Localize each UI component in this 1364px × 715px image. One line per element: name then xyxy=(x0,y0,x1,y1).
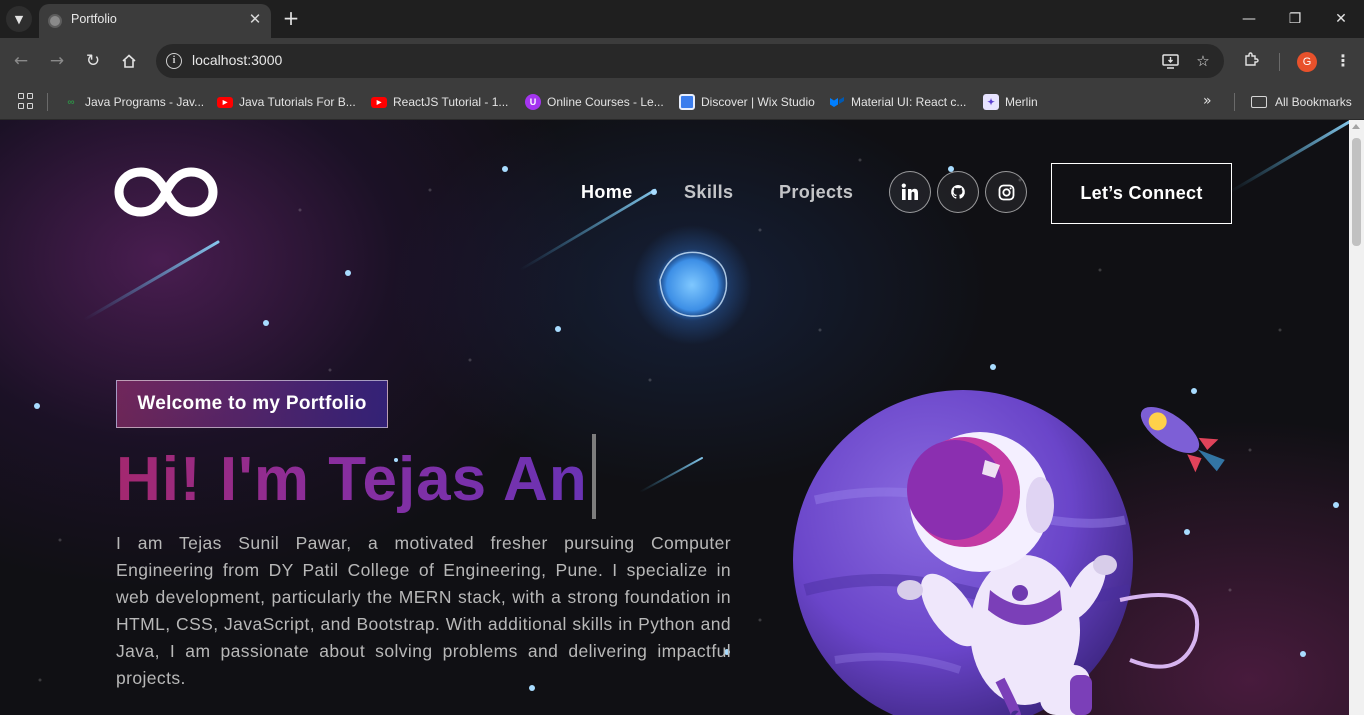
home-button[interactable] xyxy=(115,47,143,75)
apps-grid-icon[interactable] xyxy=(18,93,34,109)
welcome-tagline: Welcome to my Portfolio xyxy=(116,380,388,428)
nav-link-projects[interactable]: Projects xyxy=(779,182,853,208)
forward-button[interactable]: → xyxy=(43,47,71,75)
lets-connect-button[interactable]: Let’s Connect xyxy=(1051,163,1232,224)
linkedin-link[interactable] xyxy=(889,171,931,213)
nav-link-skills[interactable]: Skills xyxy=(684,182,733,208)
folder-icon xyxy=(1251,96,1267,108)
udemy-icon: U xyxy=(525,94,541,110)
back-button[interactable]: ← xyxy=(7,47,35,75)
rocket-illustration xyxy=(1140,406,1225,473)
bookmark-label: ReactJS Tutorial - 1... xyxy=(393,95,509,109)
github-icon xyxy=(951,185,965,199)
scrollbar-thumb[interactable] xyxy=(1352,138,1361,246)
bookmark-reactjs-tutorial[interactable]: ▶ ReactJS Tutorial - 1... xyxy=(371,92,508,112)
address-bar[interactable]: i localhost:3000 ☆ xyxy=(156,44,1224,78)
instagram-icon xyxy=(998,184,1014,200)
bookmark-online-courses[interactable]: U Online Courses - Le... xyxy=(525,92,664,112)
bookmark-star-icon[interactable]: ☆ xyxy=(1193,51,1213,71)
instagram-link[interactable] xyxy=(985,171,1027,213)
bookmarks-divider xyxy=(47,93,48,111)
url-text[interactable]: localhost:3000 xyxy=(192,52,282,68)
tab-title: Portfolio xyxy=(71,12,117,26)
install-app-icon[interactable] xyxy=(1160,51,1180,71)
bookmark-merlin[interactable]: ✦ Merlin xyxy=(983,92,1038,112)
bookmark-label: Java Programs - Jav... xyxy=(85,95,205,109)
more-bookmarks-icon[interactable]: » xyxy=(1203,93,1212,109)
bookmark-label: Material UI: React c... xyxy=(851,95,967,109)
bookmark-label: Online Courses - Le... xyxy=(547,95,664,109)
page-viewport: Home Skills Projects Let’s Connect Welco… xyxy=(0,120,1364,715)
typing-cursor xyxy=(592,434,596,519)
bookmarks-divider xyxy=(1234,93,1235,111)
all-bookmarks-label: All Bookmarks xyxy=(1275,95,1352,109)
restore-button[interactable]: ❐ xyxy=(1272,0,1318,38)
bookmark-label: Discover | Wix Studio xyxy=(701,95,815,109)
nav-link-home[interactable]: Home xyxy=(581,182,633,208)
all-bookmarks-button[interactable]: All Bookmarks xyxy=(1251,92,1352,112)
page-scrollbar[interactable] xyxy=(1349,120,1364,715)
home-icon xyxy=(122,54,136,68)
bookmark-wix-studio[interactable]: Discover | Wix Studio xyxy=(679,92,815,112)
bookmarks-bar: ∞ Java Programs - Jav... ▶ Java Tutorial… xyxy=(0,84,1364,120)
browser-tab-strip: ▼ Portfolio ✕ + — ❐ ✕ xyxy=(0,0,1364,38)
browser-tab[interactable]: Portfolio ✕ xyxy=(39,4,271,38)
orb xyxy=(656,249,728,321)
geeksforgeeks-icon: ∞ xyxy=(67,96,75,108)
minimize-button[interactable]: — xyxy=(1226,0,1272,38)
site-logo[interactable] xyxy=(114,164,218,220)
hero-description: I am Tejas Sunil Pawar, a motivated fres… xyxy=(116,533,731,688)
browser-menu-icon[interactable]: ⋮ xyxy=(1333,51,1353,71)
profile-avatar[interactable]: G xyxy=(1297,52,1317,72)
close-tab-icon[interactable]: ✕ xyxy=(246,10,264,28)
close-window-button[interactable]: ✕ xyxy=(1318,0,1364,38)
github-link[interactable] xyxy=(937,171,979,213)
globe-icon xyxy=(48,14,62,28)
bookmark-java-tutorials[interactable]: ▶ Java Tutorials For B... xyxy=(217,92,356,112)
tab-search-button[interactable]: ▼ xyxy=(6,6,32,32)
bookmark-material-ui[interactable]: Material UI: React c... xyxy=(829,92,966,112)
youtube-icon: ▶ xyxy=(371,96,387,108)
shooting-star xyxy=(82,240,220,322)
shooting-star xyxy=(1228,120,1349,194)
extensions-icon[interactable] xyxy=(1241,51,1261,71)
site-info-icon[interactable]: i xyxy=(166,53,182,69)
bookmark-label: Java Tutorials For B... xyxy=(239,95,356,109)
hero-title: Hi! I'm Tejas An xyxy=(116,442,588,518)
new-tab-button[interactable]: + xyxy=(281,7,301,29)
mui-icon xyxy=(829,94,845,110)
linkedin-icon xyxy=(901,183,918,200)
shooting-star xyxy=(639,457,703,493)
toolbar-divider xyxy=(1279,53,1280,71)
wix-icon xyxy=(679,94,695,110)
merlin-icon: ✦ xyxy=(983,94,999,110)
youtube-icon: ▶ xyxy=(217,96,233,108)
reload-button[interactable]: ↻ xyxy=(79,47,107,75)
bookmark-label: Merlin xyxy=(1005,95,1038,109)
scroll-up-arrow-icon[interactable] xyxy=(1352,124,1360,129)
browser-toolbar: ← → ↻ i localhost:3000 ☆ G ⋮ xyxy=(0,38,1364,84)
bookmark-java-programs[interactable]: ∞ Java Programs - Jav... xyxy=(63,92,204,112)
